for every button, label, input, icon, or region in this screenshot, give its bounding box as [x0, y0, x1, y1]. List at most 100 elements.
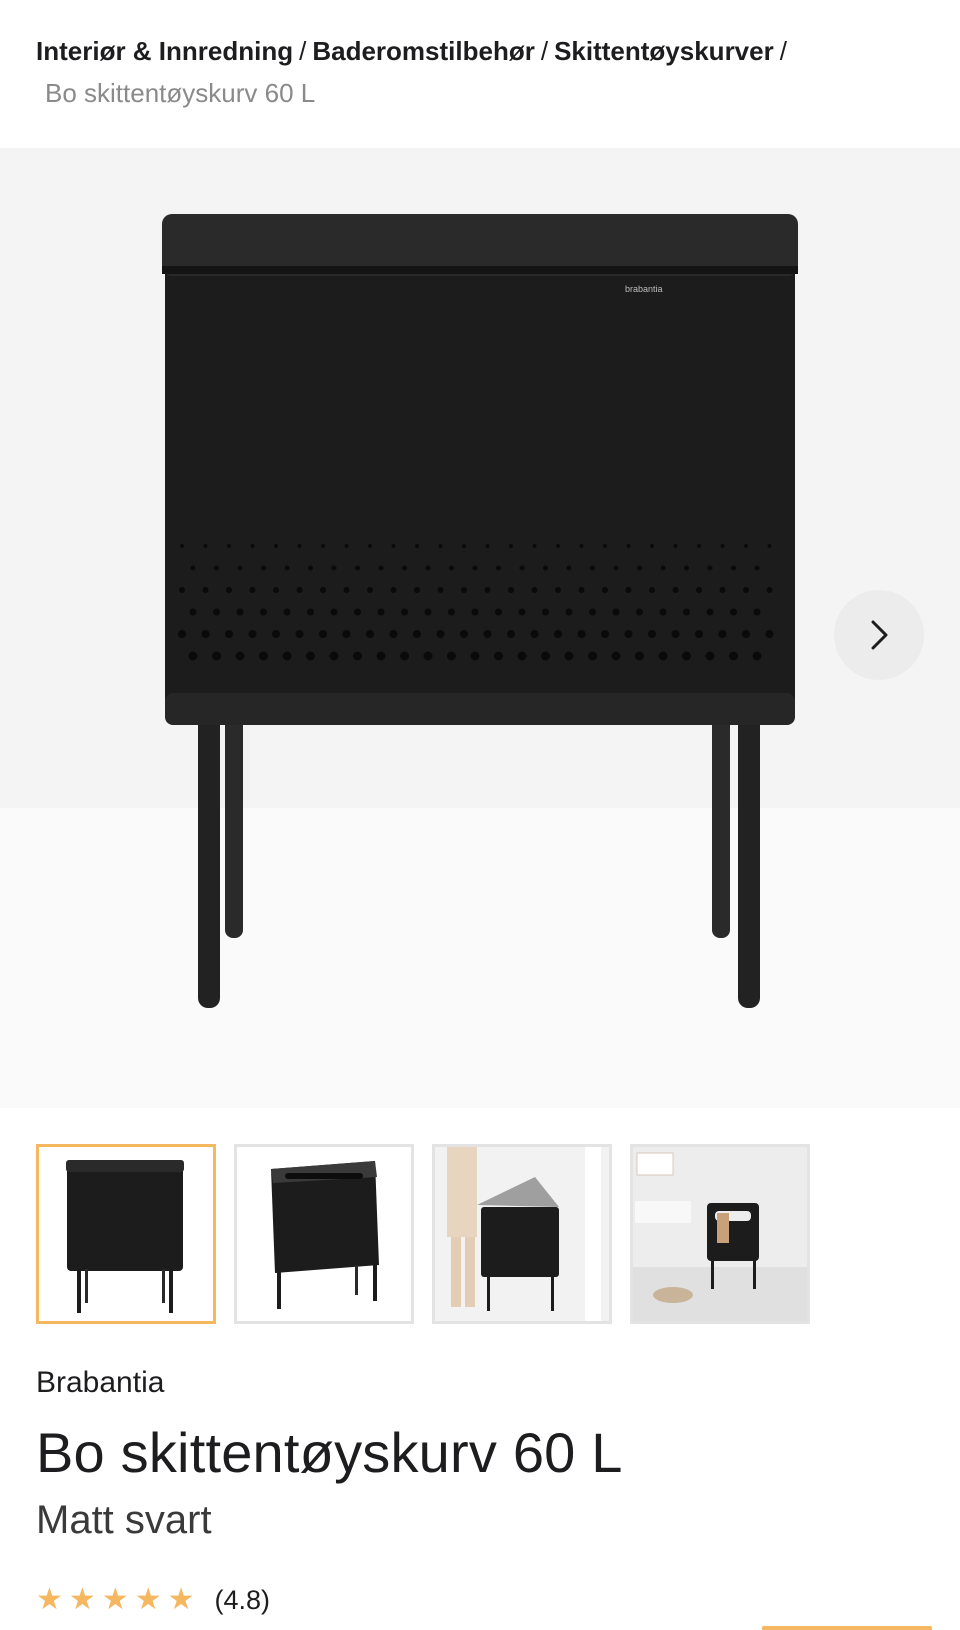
product-main-image[interactable]: brabantia [0, 148, 960, 1108]
perforation-dot [578, 587, 585, 593]
next-image-button[interactable] [834, 590, 924, 680]
perforation-dot [189, 608, 197, 616]
perforation-dot [391, 544, 396, 548]
perforation-dot [683, 608, 690, 616]
perforation-dot [613, 565, 619, 571]
perforation-dot [190, 565, 196, 571]
thumbnail-person-image [435, 1147, 609, 1321]
product-variant: Matt svart [36, 1498, 212, 1542]
perforation-dot [684, 565, 689, 571]
perforation-dot [566, 565, 572, 571]
perforation-dot [319, 630, 327, 638]
perforation-dot [612, 608, 620, 616]
perforation-dot [519, 565, 525, 571]
perforation-dot [625, 587, 632, 593]
perforation-dot [517, 651, 527, 661]
perforation-dot [344, 544, 349, 548]
perforation-dot [342, 630, 351, 638]
perforation-dot [400, 651, 409, 661]
star-icon: ★ [167, 1583, 195, 1616]
perforation-dot [355, 565, 360, 571]
star-icon: ★ [68, 1583, 96, 1616]
breadcrumb-link-interior[interactable]: Interiør & Innredning [36, 36, 293, 66]
perforation-dot [320, 587, 326, 593]
perforation-dot [447, 651, 456, 661]
perforation-dot [284, 565, 290, 571]
thumbnail-1[interactable] [36, 1144, 216, 1324]
perforation-dot [658, 651, 668, 661]
perforation-dot [321, 544, 325, 548]
perforation-dot [577, 630, 586, 638]
perforation-dot [201, 630, 210, 638]
perforation-dot [366, 630, 374, 638]
product-logo: brabantia [625, 284, 663, 294]
perforation-dot [296, 587, 303, 593]
perforation-dot [611, 651, 621, 661]
perforation-dot [307, 608, 314, 616]
perforation-dot [485, 544, 490, 548]
perforation-dot [730, 608, 737, 616]
breadcrumb-link-bathroom[interactable]: Baderomstilbehør [312, 36, 535, 66]
perforation-dot [531, 587, 538, 593]
perforation-dot [261, 565, 266, 571]
product-rating[interactable]: ★ ★ ★ ★ ★ (4.8) [36, 1582, 270, 1618]
perforation-dot [720, 544, 725, 548]
perforation-dot [705, 651, 715, 661]
perforation-dot [272, 630, 280, 638]
perforation-dot [472, 565, 478, 571]
breadcrumb-link-laundry-baskets[interactable]: Skittentøyskurver [554, 36, 774, 66]
perforation-dot [389, 630, 398, 638]
perforation-dot [259, 651, 268, 661]
perforation-dot [424, 608, 432, 616]
product-brand[interactable]: Brabantia [36, 1366, 164, 1400]
perforation-dot [744, 544, 748, 548]
perforation-dot [753, 608, 761, 616]
perforation-dot [376, 651, 386, 661]
perforation-dot [260, 608, 267, 616]
perforation-dot [367, 587, 373, 593]
perforation-dot [470, 651, 480, 661]
perforation-dot [343, 587, 350, 593]
perforation-dot [556, 544, 560, 548]
perforation-dot [742, 630, 750, 638]
breadcrumb-separator: / [540, 36, 549, 66]
thumbnail-4[interactable] [630, 1144, 810, 1324]
perforation-dot [377, 608, 385, 616]
thumbnail-2[interactable] [234, 1144, 414, 1324]
perforation-dot [696, 587, 702, 593]
perforation-dot [495, 608, 502, 616]
perforation-dot [415, 544, 419, 548]
perforation-dot [752, 651, 762, 661]
perforation-dot [648, 630, 656, 638]
perforation-dot [436, 630, 445, 638]
breadcrumb-separator: / [299, 36, 307, 66]
star-icon: ★ [134, 1583, 162, 1616]
perforation-dot [449, 565, 454, 571]
breadcrumb-current: Bo skittentøyskurv 60 L [45, 78, 316, 108]
star-icon: ★ [36, 1583, 63, 1616]
perforation-dot [179, 587, 185, 593]
perforation-dot [273, 587, 279, 593]
perforation-dot [719, 587, 726, 593]
perforation-dot [718, 630, 727, 638]
perforation-dot [754, 565, 760, 571]
perforation-dot [225, 630, 233, 638]
perforation-dot [250, 544, 255, 548]
perforation-dot [378, 565, 384, 571]
perforation-dot [682, 651, 691, 661]
perforation-dot [706, 608, 714, 616]
perforation-dot [496, 565, 501, 571]
perforation-dot [306, 651, 315, 661]
perforation-dot [308, 565, 313, 571]
perforation-dot [765, 630, 774, 638]
thumbnail-basket-front-image [39, 1147, 213, 1321]
add-to-cart-button-edge[interactable] [762, 1626, 932, 1630]
perforation-dot [423, 651, 433, 661]
perforation-dot [354, 608, 361, 616]
perforation-dot [695, 630, 703, 638]
thumbnail-3[interactable] [432, 1144, 612, 1324]
perforation-dot [237, 565, 243, 571]
perforation-dot [202, 587, 209, 593]
perforation-dot [509, 544, 513, 548]
perforation-dot [729, 651, 738, 661]
